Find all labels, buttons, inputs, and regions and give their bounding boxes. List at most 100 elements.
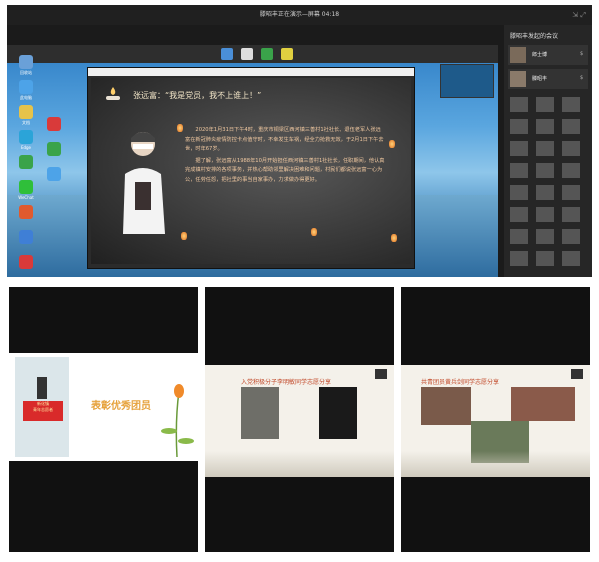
desktop-icon[interactable]: WeChat: [13, 180, 43, 205]
meeting-title: 滕昭丰发起的会议: [510, 33, 559, 40]
candle-icon: [106, 87, 120, 100]
slide-title: 入党积极分子李明敏同学志愿分享: [241, 379, 332, 386]
app-icon[interactable]: [47, 142, 61, 156]
slide-title: 共青团员黄兵剑同学志愿分享: [421, 379, 500, 386]
photo-volunteer: 新化镇 青年志愿者: [15, 357, 69, 457]
participant-thumbnail[interactable]: [562, 251, 580, 266]
app-icon: [19, 205, 33, 219]
screenshot-panel: 共青团员黄兵剑同学志愿分享: [401, 287, 590, 552]
photo-night: [319, 387, 357, 439]
photo-group: [421, 387, 471, 425]
presenter-icon: [571, 369, 583, 379]
video-preview[interactable]: [440, 64, 494, 98]
computer-icon: [19, 80, 33, 94]
participant-thumbnail[interactable]: [562, 185, 580, 200]
participant-thumbnail[interactable]: [562, 229, 580, 244]
app-icon[interactable]: [47, 117, 61, 131]
shared-desktop: 回收站 此电脑 文档 Edge WeChat 张远富：“我是党员，我不上谁上！”: [7, 45, 498, 277]
lantern-decoration: [311, 228, 317, 236]
participant-thumbnail[interactable]: [510, 163, 528, 178]
slide-title: 表彰优秀团员: [91, 401, 151, 412]
participant-thumbnail[interactable]: [510, 207, 528, 222]
desktop-icon-label: WeChat: [18, 195, 34, 200]
mountain-decoration: [401, 451, 590, 477]
lantern-decoration: [177, 124, 183, 132]
presentation-window: 张远富：“我是党员，我不上谁上！” 2020年1月31日下午4时，重庆市铜梁区西…: [87, 67, 415, 269]
participant-thumbnail[interactable]: [510, 97, 528, 112]
participant-thumbnail[interactable]: [510, 229, 528, 244]
participant-thumbnail[interactable]: [536, 185, 554, 200]
participant-name: 郎士博: [532, 52, 548, 58]
slide-paragraph: 据了解，张远富从1988年10月开始担任西河镇三善村1社社长，任职期间，他认真完…: [185, 157, 385, 183]
folder-icon: [19, 105, 33, 119]
presenter-icon: [375, 369, 387, 379]
participant-thumbnail[interactable]: [536, 141, 554, 156]
lantern-decoration: [389, 140, 395, 148]
participant-thumbnail[interactable]: [510, 251, 528, 266]
participant-thumbnail[interactable]: [536, 97, 554, 112]
participant-row[interactable]: 滕昭丰 $: [508, 69, 588, 89]
wechat-icon: [19, 180, 33, 194]
desktop-icon-label: Edge: [20, 145, 32, 150]
desktop-icon[interactable]: Edge: [13, 130, 43, 155]
participant-thumbnail[interactable]: [562, 141, 580, 156]
desktop-icon[interactable]: 回收站: [13, 55, 43, 80]
lantern-decoration: [181, 232, 187, 240]
app-icon: [19, 255, 33, 269]
participant-thumbnail[interactable]: [536, 229, 554, 244]
taskbar-icon[interactable]: [241, 48, 253, 60]
participant-thumbnail[interactable]: [562, 97, 580, 112]
slide-paragraph: 2020年1月31日下午4时，重庆市铜梁区西河镇三善村1社社长、退伍老军人张远富…: [185, 127, 384, 152]
participant-status: $: [580, 75, 584, 81]
participant-thumbnail[interactable]: [562, 207, 580, 222]
participant-thumbnail[interactable]: [562, 119, 580, 134]
photo-road: [241, 387, 279, 439]
desktop-taskbar: [7, 45, 498, 63]
participant-thumbnail[interactable]: [536, 119, 554, 134]
participant-thumbnail[interactable]: [536, 251, 554, 266]
meeting-side-panel: 滕昭丰发起的会议 郎士博 $ 滕昭丰 $: [504, 25, 592, 277]
screen-share-window: 滕昭丰正在演示—屏幕 04:18 ⇲ ⤢ 回收站 此电脑 文档 Edge WeC…: [7, 5, 592, 277]
participant-thumbnail[interactable]: [536, 163, 554, 178]
desktop-icon[interactable]: 此电脑: [13, 80, 43, 105]
taskbar-icon[interactable]: [281, 48, 293, 60]
app-icon: [19, 230, 33, 244]
lantern-decoration: [391, 234, 397, 242]
participant-thumbnail[interactable]: [536, 207, 554, 222]
taskbar-icon[interactable]: [261, 48, 273, 60]
desktop-icon[interactable]: [13, 230, 43, 255]
app-icon: [19, 155, 33, 169]
desktop-icon-label: 此电脑: [20, 95, 32, 100]
screenshot-panel: 入党积极分子李明敏同学志愿分享: [205, 287, 394, 552]
participant-status: $: [580, 51, 584, 57]
slide-title: 张远富：“我是党员，我不上谁上！”: [133, 91, 262, 100]
window-title: 滕昭丰正在演示—屏幕 04:18: [7, 5, 592, 25]
participant-name: 滕昭丰: [532, 76, 548, 82]
desktop-icon[interactable]: [13, 205, 43, 230]
participant-thumbnail[interactable]: [562, 163, 580, 178]
participant-thumbnail[interactable]: [510, 185, 528, 200]
presentation-titlebar: [88, 68, 414, 76]
taskbar-icon[interactable]: [221, 48, 233, 60]
photo-group: [511, 387, 575, 421]
participant-thumbnail[interactable]: [510, 119, 528, 134]
mountain-decoration: [205, 451, 394, 477]
desktop-icon[interactable]: 文档: [13, 105, 43, 130]
slide-sharing: 共青团员黄兵剑同学志愿分享: [401, 365, 590, 477]
participant-grid: [510, 97, 588, 266]
slide-body: 2020年1月31日下午4时，重庆市铜梁区西河镇三善村1社社长、退伍老军人张远富…: [185, 126, 385, 185]
banner: 新化镇 青年志愿者: [23, 401, 63, 421]
participant-row[interactable]: 郎士博 $: [508, 45, 588, 65]
portrait-illustration: [123, 132, 165, 234]
desktop-icons: 回收站 此电脑 文档 Edge WeChat: [13, 55, 43, 277]
desktop-icon[interactable]: [13, 255, 43, 277]
avatar: [510, 71, 526, 87]
app-icon[interactable]: [47, 167, 61, 181]
slide-sharing: 入党积极分子李明敏同学志愿分享: [205, 365, 394, 477]
flower-illustration: [161, 384, 194, 457]
desktop-icon[interactable]: [13, 155, 43, 180]
window-controls[interactable]: ⇲ ⤢: [572, 5, 586, 25]
desktop-icon-label: 文档: [22, 120, 30, 125]
avatar: [510, 47, 526, 63]
participant-thumbnail[interactable]: [510, 141, 528, 156]
